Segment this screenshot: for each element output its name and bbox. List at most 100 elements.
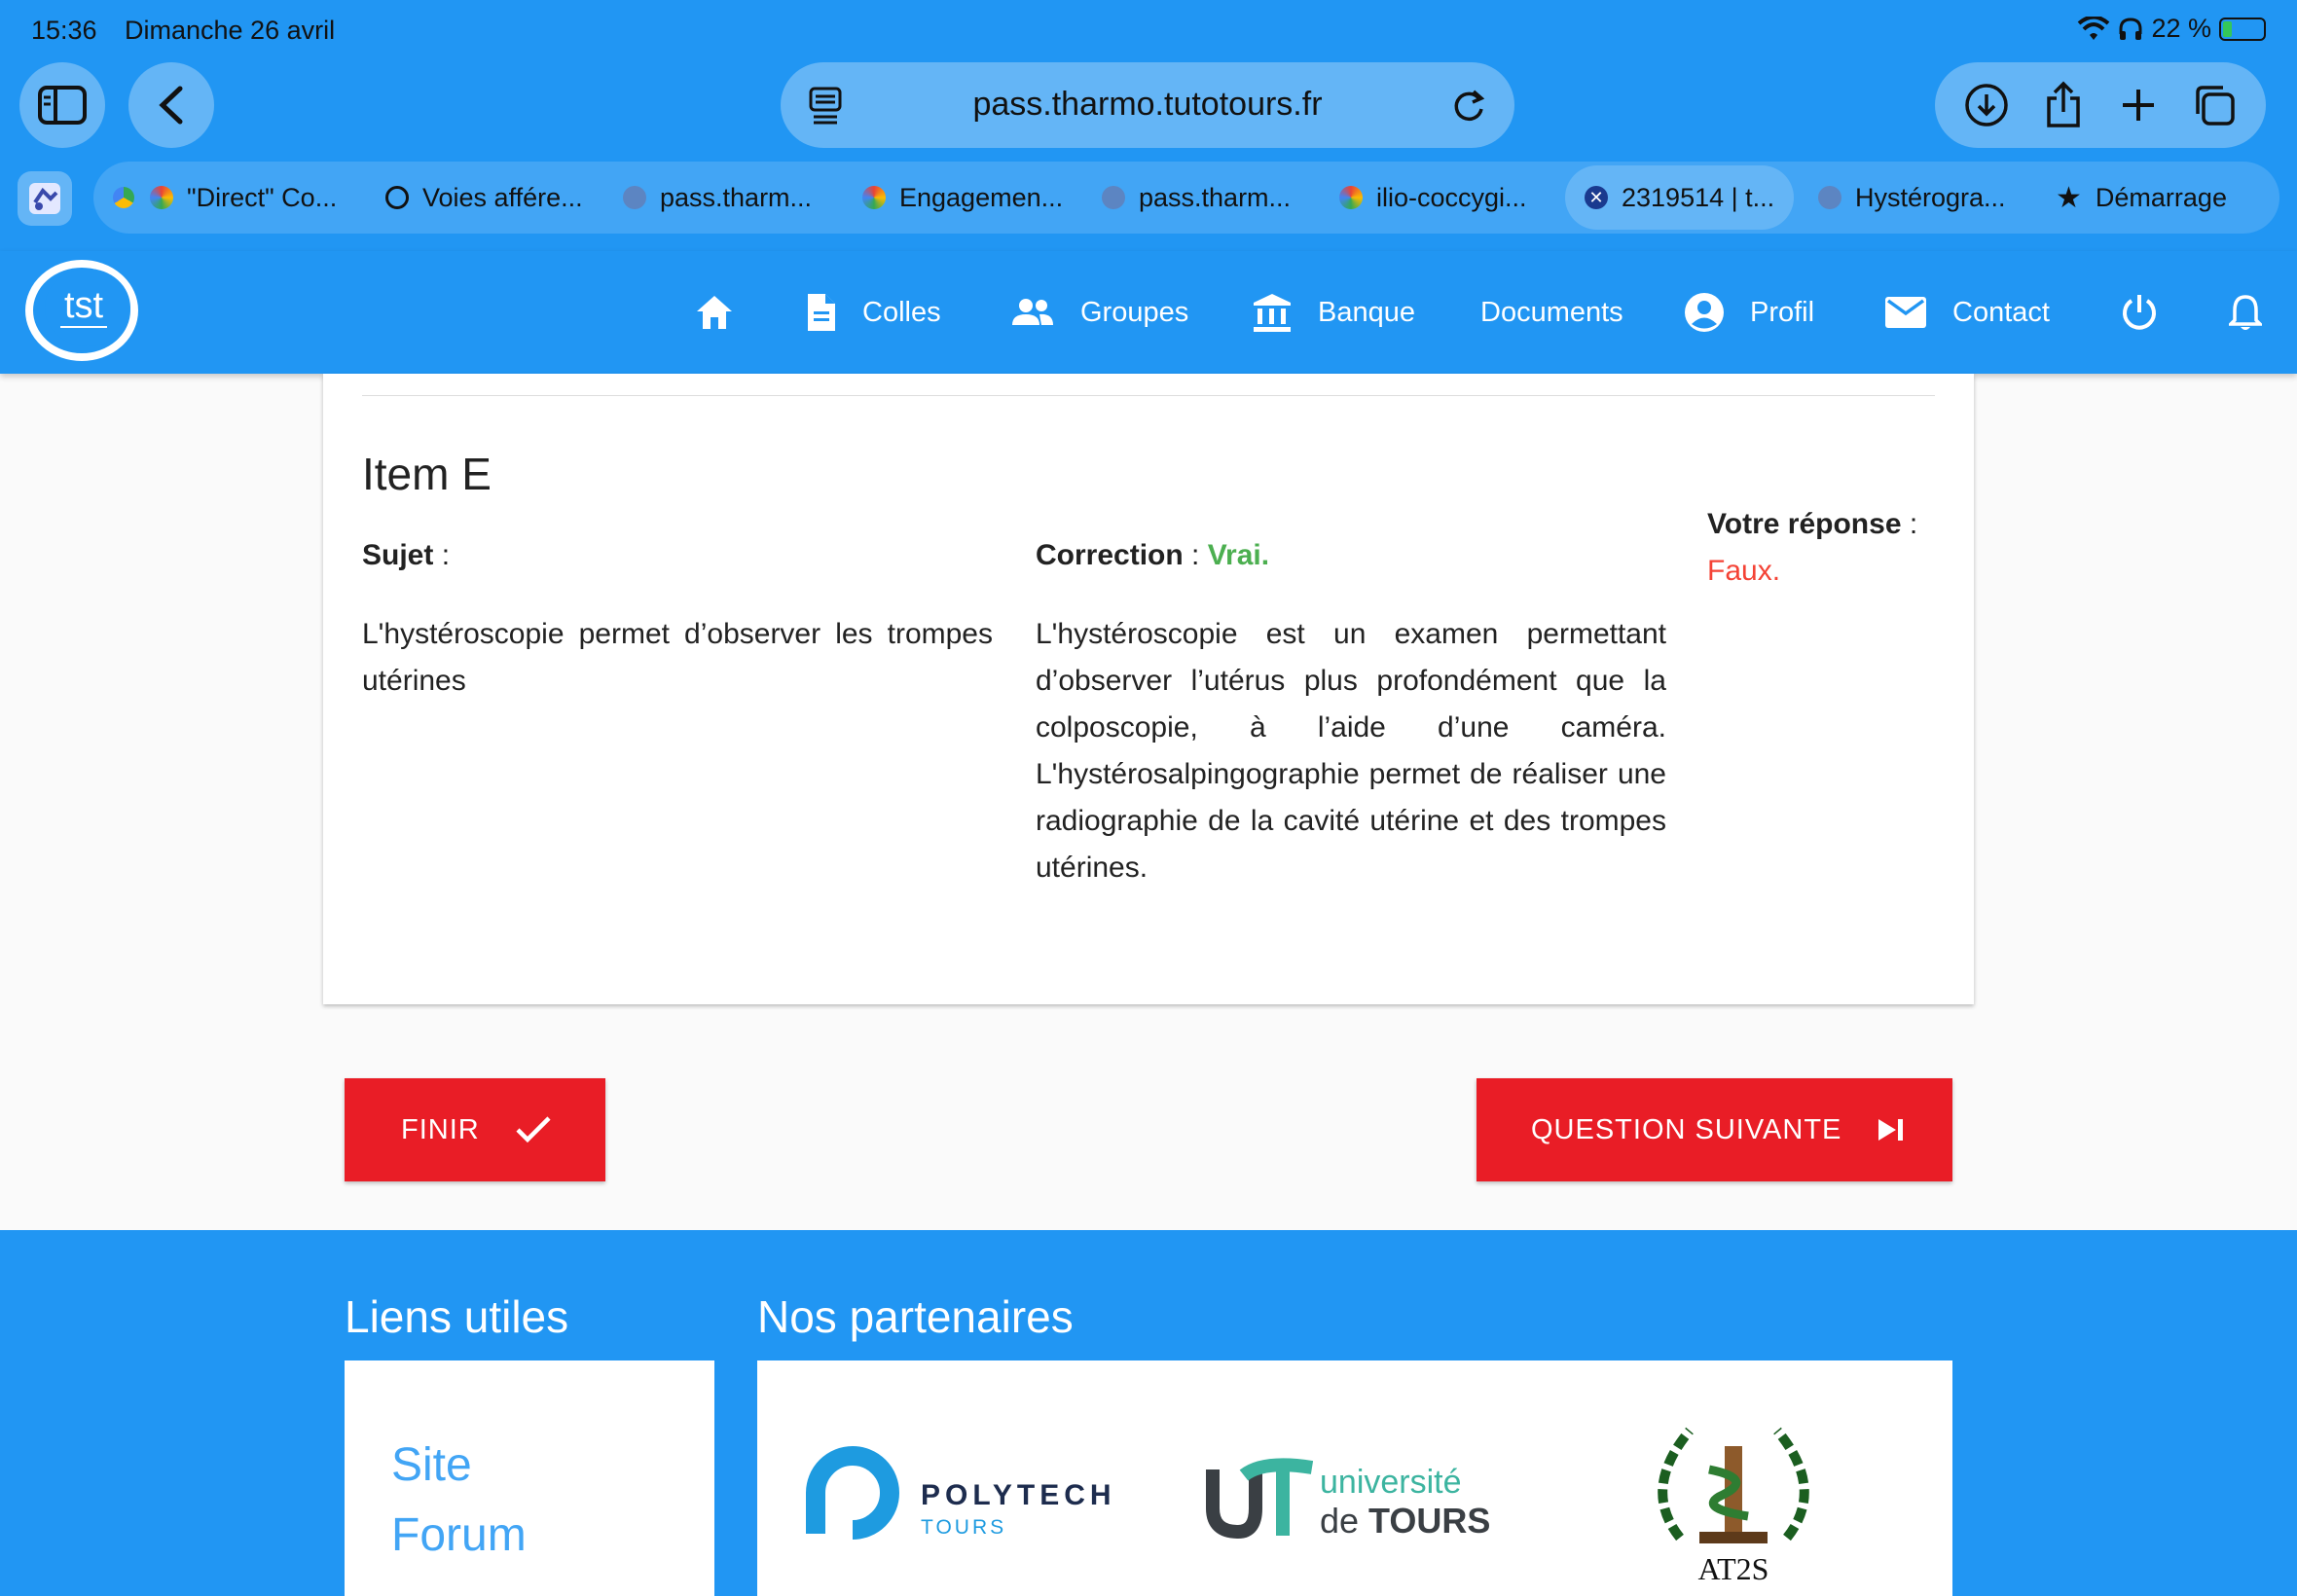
tab-label: Hystérogra... [1855,182,2006,212]
tab-label: "Direct" Co... [187,182,338,212]
sidebar-icon [38,86,87,125]
tab-label: ilio-coccygi... [1376,182,1527,212]
question-card: Item E Sujet : L'hystéroscopie permet d’… [323,374,1974,1004]
links-title: Liens utiles [345,1291,569,1342]
reload-icon[interactable] [1450,86,1487,125]
answer-label: Votre réponse [1707,508,1902,540]
univ-line2-tours: TOURS [1368,1501,1491,1541]
nav-label-colles: Colles [862,296,941,328]
chevron-left-icon [159,86,183,125]
correction-text: L'hystéroscopie est un examen permettant… [1036,618,1666,884]
site-footer: Liens utiles Nos partenaires Site Forum … [0,1230,2297,1596]
home-icon [697,296,732,329]
partners-title: Nos partenaires [757,1291,1074,1342]
site-icon [1102,186,1125,209]
tab-2[interactable]: Voies affére... [385,165,583,230]
polytech-name: POLYTECH [921,1479,1116,1511]
share-icon[interactable] [2043,81,2084,129]
nav-label-profil: Profil [1750,296,1815,328]
tab-1[interactable]: "Direct" Co... [150,165,337,230]
gemini-icon [150,186,173,209]
tab-bar: "Direct" Co... Voies affére... pass.thar… [93,162,2279,234]
subject-sep: : [433,539,451,571]
link-forum[interactable]: Forum [391,1508,527,1562]
tab-3[interactable]: pass.tharm... [623,165,812,230]
site-logo[interactable]: tst [23,257,140,364]
nav-profil[interactable]: Profil [1684,286,1814,339]
nav-banque[interactable]: Banque [1252,286,1415,339]
tab-6[interactable]: ilio-coccygi... [1339,165,1527,230]
gemini-icon [862,186,886,209]
new-tab-icon[interactable] [2119,86,2158,125]
browser-actions [1935,62,2266,148]
tabs-overview-icon[interactable] [2192,83,2237,127]
site-icon [623,186,646,209]
nav-label-groupes: Groupes [1080,296,1189,328]
logout-button[interactable] [2120,286,2159,339]
tab-0[interactable] [113,165,134,230]
useful-links-box: Site Forum [345,1360,714,1596]
site-navbar: tst Colles Groupes Banque Documents Prof… [0,251,2297,374]
nav-documents[interactable]: Documents [1480,286,1623,339]
drive-icon [113,187,134,208]
item-title: Item E [362,449,492,499]
address-bar[interactable]: pass.tharmo.tutotours.fr [781,62,1514,148]
wifi-icon [2078,16,2110,40]
nav-colles[interactable]: Colles [804,286,941,339]
at2s-logo-icon [1658,1427,1809,1543]
battery-fill [2223,20,2232,37]
close-icon[interactable]: ✕ [1585,186,1608,209]
partner-polytech[interactable]: POLYTECH TOURS [802,1444,1152,1551]
tab-7-active[interactable]: ✕ 2319514 | t... [1565,165,1795,230]
tab-label: Engagemen... [899,182,1064,212]
tab-5[interactable]: pass.tharm... [1102,165,1291,230]
notifications-button[interactable] [2229,286,2262,339]
back-button[interactable] [128,62,214,148]
document-icon [808,294,835,331]
nav-contact[interactable]: Contact [1884,286,2050,339]
power-icon [2123,295,2156,330]
partner-universite-tours[interactable]: université de TOURS [1205,1458,1516,1545]
sidebar-toggle-button[interactable] [19,62,105,148]
download-icon[interactable] [1964,83,2009,127]
site-icon [1818,186,1841,209]
openai-icon [385,186,409,209]
tab-label: pass.tharm... [1139,182,1292,212]
answer-heading: Votre réponse : [1707,508,1917,541]
tab-label: Démarrage [2095,182,2227,212]
correction-heading: Correction : Vrai. [1036,539,1269,572]
battery-percent: 22 % [2151,14,2211,43]
battery-icon [2219,17,2266,41]
url-text: pass.tharmo.tutotours.fr [972,86,1323,123]
subject-heading: Sujet : [362,539,450,572]
nav-groupes[interactable]: Groupes [1010,286,1188,339]
nav-home[interactable] [695,286,734,339]
tab-label: pass.tharm... [660,182,813,212]
finish-button[interactable]: FINIR [345,1078,605,1181]
tab-group-icon[interactable] [18,171,72,226]
tab-4[interactable]: Engagemen... [862,165,1063,230]
correction-sep: : [1183,539,1208,571]
tab-9[interactable]: ★ Démarrage [2056,165,2227,230]
tab-8[interactable]: Hystérogra... [1818,165,2006,230]
answer-sep: : [1901,508,1918,540]
account-icon [1685,293,1724,332]
link-site[interactable]: Site [391,1438,472,1492]
polytech-logo-icon [806,1446,899,1540]
tab-label: 2319514 | t... [1622,182,1775,212]
answer-value: Faux. [1707,555,1781,587]
partner-at2s[interactable]: AT2S [1641,1411,1826,1596]
next-question-button[interactable]: QUESTION SUIVANTE [1477,1078,1952,1181]
status-time: 15:36 [31,16,97,45]
status-right: 22 % [2077,14,2266,44]
group-icon [1012,299,1053,325]
nav-label-contact: Contact [1952,296,2050,328]
bank-icon [1254,294,1291,332]
divider [362,395,1935,396]
headphones-icon [2119,17,2142,40]
nav-label-documents: Documents [1480,296,1623,328]
correction-value: Vrai. [1207,539,1270,571]
tab-group-glyph-icon [29,183,60,214]
univ-line2-de: de [1320,1501,1369,1541]
subject-text: L'hystéroscopie permet d’observer les tr… [362,618,993,697]
